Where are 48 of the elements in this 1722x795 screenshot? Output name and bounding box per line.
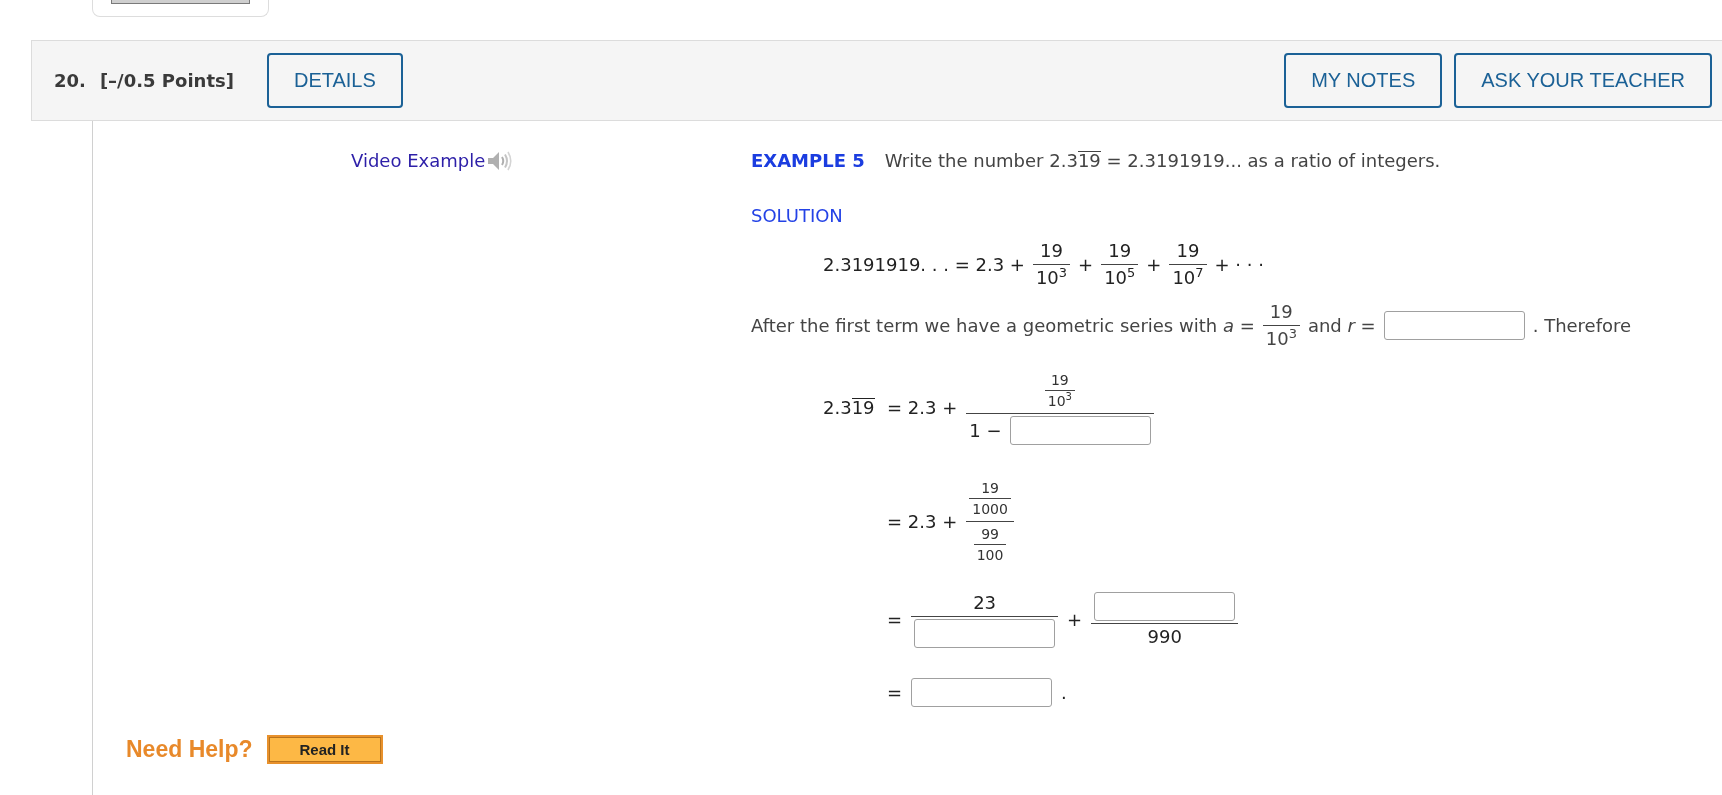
math-text: + — [1146, 253, 1162, 276]
math-text: = 2.3 + — [887, 510, 958, 533]
math-text: 19 — [1269, 301, 1293, 323]
example-heading: EXAMPLE 5 — [751, 150, 865, 171]
math-text: 100 — [976, 546, 1004, 564]
answer-box[interactable] — [1094, 592, 1236, 621]
math-text: + — [1078, 253, 1094, 276]
my-notes-button[interactable]: MY NOTES — [1284, 53, 1443, 108]
sentence-text: After the first term we have a geometric series with a = — [751, 314, 1255, 337]
speaker-icon — [487, 150, 513, 172]
answer-box[interactable] — [1383, 311, 1525, 340]
math-text: 2.3191919. . . = 2.3 + — [823, 253, 1025, 276]
sentence-text: . Therefore — [1532, 314, 1632, 337]
solution-heading: SOLUTION — [751, 205, 844, 227]
repeating-decimal: 2.319 — [823, 396, 875, 419]
math-text: 10$^{3}$ — [1265, 328, 1297, 350]
answer-box[interactable] — [911, 678, 1053, 707]
points-label: [–/0.5 Points] — [99, 70, 234, 91]
math-text: 19 — [1176, 240, 1200, 262]
question-number: 20. — [54, 70, 86, 91]
math-text: 990 — [1147, 626, 1182, 648]
math-text: 10$^{3}$ — [1047, 392, 1072, 410]
math-text: = 2.3 + — [887, 396, 958, 419]
answer-box[interactable] — [1009, 416, 1151, 445]
math-text: 23 — [973, 592, 997, 614]
math-text: . — [1061, 681, 1067, 704]
math-text: 10$^{7}$ — [1172, 267, 1204, 289]
math-text: + · · · — [1214, 253, 1264, 276]
math-text: 10$^{3}$ — [1035, 267, 1068, 289]
read-it-button[interactable]: Read It — [266, 735, 383, 764]
math-text: 19 — [1050, 371, 1069, 389]
math-text: = — [887, 681, 903, 704]
math-text: 19 — [1108, 240, 1132, 262]
math-text: = — [887, 609, 903, 631]
details-button[interactable]: DETAILS — [266, 53, 403, 108]
need-help-label: Need Help? — [126, 736, 253, 763]
answer-box[interactable] — [914, 619, 1056, 648]
math-text: + — [1067, 609, 1083, 631]
math-text: 1 − — [969, 419, 1002, 442]
sentence-text: and r = — [1307, 314, 1376, 337]
math-text: 99 — [981, 525, 999, 543]
math-text: 10$^{5}$ — [1104, 267, 1136, 289]
math-text: 19 — [1040, 240, 1063, 262]
prompt-text: Write the number 2.319 = 2.3191919... as a ratio of integers. — [884, 150, 1441, 171]
ask-teacher-button[interactable]: ASK YOUR TEACHER — [1454, 53, 1712, 108]
video-example-link[interactable]: Video Example — [351, 150, 486, 172]
math-text: 1000 — [972, 500, 1008, 518]
math-text: 19 — [981, 479, 999, 497]
